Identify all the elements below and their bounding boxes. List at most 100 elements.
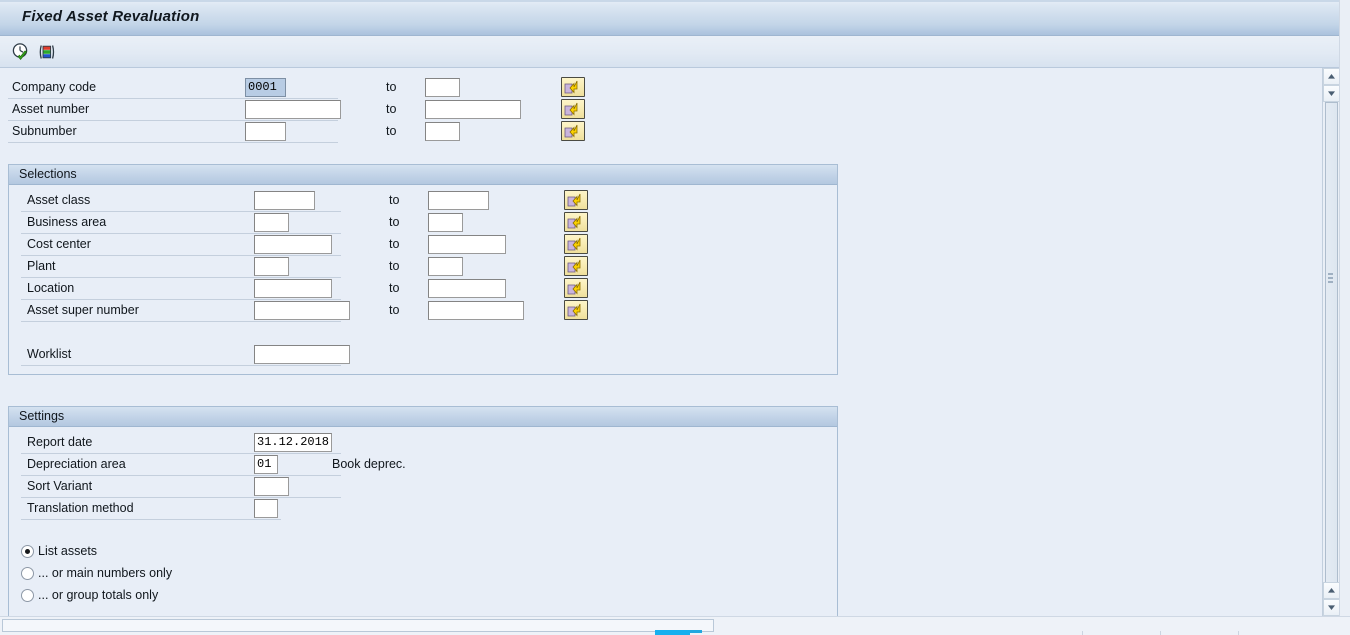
color-bars-icon xyxy=(39,45,55,59)
multi-select-button-location[interactable] xyxy=(564,278,588,298)
input-asset-number-to[interactable] xyxy=(425,100,521,119)
arrow-document-icon xyxy=(564,124,578,138)
input-subnumber-from[interactable] xyxy=(245,122,286,141)
inner-vertical-scrollbar[interactable] xyxy=(1322,68,1340,616)
radio-option-main-numbers-only[interactable]: ... or main numbers only xyxy=(21,564,172,582)
to-label-asset-number: to xyxy=(386,102,397,116)
input-company-code-from[interactable]: 0001 xyxy=(245,78,286,97)
input-business-area-from[interactable] xyxy=(254,213,289,232)
multi-select-button-asset-class[interactable] xyxy=(564,190,588,210)
multi-select-button-business-area[interactable] xyxy=(564,212,588,232)
input-worklist[interactable] xyxy=(254,345,350,364)
field-row-company-code: Company code 0001 to xyxy=(8,77,998,99)
taskbar-fragment xyxy=(690,630,702,633)
input-plant-from[interactable] xyxy=(254,257,289,276)
label-worklist: Worklist xyxy=(27,347,72,361)
field-row-asset-class: Asset class to xyxy=(19,190,819,212)
row-separator xyxy=(21,519,281,520)
radio-button-group-totals-only-icon xyxy=(21,588,34,602)
label-plant: Plant xyxy=(27,259,56,273)
arrow-document-icon xyxy=(567,215,581,229)
sap-selection-screen: Fixed Asset Revaluation © www.tutorialka… xyxy=(0,0,1350,635)
multi-select-button-company-code[interactable] xyxy=(561,77,585,97)
field-row-plant: Plant to xyxy=(19,256,819,278)
settings-group-header: Settings xyxy=(9,407,837,427)
execute-button[interactable] xyxy=(10,41,32,63)
scroll-up-button-bottom[interactable] xyxy=(1323,582,1340,599)
to-label-plant: to xyxy=(389,259,400,273)
to-label-subnumber: to xyxy=(386,124,397,138)
outer-vertical-scrollbar[interactable] xyxy=(1339,0,1350,616)
label-translation-method: Translation method xyxy=(27,501,134,515)
field-row-subnumber: Subnumber to xyxy=(8,121,998,143)
label-subnumber: Subnumber xyxy=(12,124,77,138)
clock-check-icon xyxy=(12,43,28,60)
grip-line xyxy=(1328,273,1333,275)
input-asset-class-to[interactable] xyxy=(428,191,489,210)
to-label-asset-class: to xyxy=(389,193,400,207)
application-toolbar: © www.tutorialkart.com xyxy=(0,36,1350,101)
inner-scroll-track[interactable] xyxy=(1323,102,1340,589)
label-asset-number: Asset number xyxy=(12,102,90,116)
radio-option-list-assets[interactable]: List assets xyxy=(21,542,97,560)
input-plant-to[interactable] xyxy=(428,257,463,276)
taskbar-tick xyxy=(1082,631,1083,635)
settings-group-title: Settings xyxy=(19,409,65,423)
field-row-business-area: Business area to xyxy=(19,212,819,234)
input-asset-super-number-to[interactable] xyxy=(428,301,524,320)
multi-select-button-asset-super-number[interactable] xyxy=(564,300,588,320)
radio-button-list-assets-icon xyxy=(21,544,34,558)
taskbar-fragment xyxy=(655,630,690,635)
grip-line xyxy=(1328,281,1333,283)
taskbar-tick xyxy=(1238,631,1239,635)
title-bar-highlight xyxy=(0,0,1350,2)
arrow-document-icon xyxy=(567,193,581,207)
scrollbar-splitter-grip[interactable] xyxy=(1327,266,1334,290)
scroll-up-button[interactable] xyxy=(1323,68,1340,85)
horizontal-scroll-thumb[interactable] xyxy=(2,619,714,632)
input-cost-center-from[interactable] xyxy=(254,235,332,254)
selections-group-box: Selections Asset class to Business area xyxy=(8,164,838,375)
radio-option-group-totals-only[interactable]: ... or group totals only xyxy=(21,586,158,604)
input-cost-center-to[interactable] xyxy=(428,235,506,254)
scroll-down-button-bottom[interactable] xyxy=(1323,599,1340,616)
input-asset-number-from[interactable] xyxy=(245,100,341,119)
arrow-document-icon xyxy=(564,80,578,94)
to-label-location: to xyxy=(389,281,400,295)
radio-label-group-totals-only: ... or group totals only xyxy=(38,588,159,602)
input-report-date[interactable]: 31.12.2018 xyxy=(254,433,332,452)
input-translation-method[interactable] xyxy=(254,499,278,518)
input-asset-super-number-from[interactable] xyxy=(254,301,350,320)
settings-group-box: Settings Report date 31.12.2018 Deprecia… xyxy=(8,406,838,616)
chevron-up-icon xyxy=(1328,74,1335,79)
taskbar-tick xyxy=(1160,631,1161,635)
input-sort-variant[interactable] xyxy=(254,477,289,496)
field-row-asset-super-number: Asset super number to xyxy=(19,300,819,322)
row-separator xyxy=(8,142,338,143)
multi-select-button-cost-center[interactable] xyxy=(564,234,588,254)
input-location-to[interactable] xyxy=(428,279,506,298)
label-company-code: Company code xyxy=(12,80,97,94)
label-location: Location xyxy=(27,281,75,295)
label-asset-super-number: Asset super number xyxy=(27,303,139,317)
input-business-area-to[interactable] xyxy=(428,213,463,232)
to-label-cost-center: to xyxy=(389,237,400,251)
input-location-from[interactable] xyxy=(254,279,332,298)
page-title: Fixed Asset Revaluation xyxy=(22,8,200,25)
grip-line xyxy=(1328,277,1333,279)
input-company-code-to[interactable] xyxy=(425,78,460,97)
execute-print-button[interactable] xyxy=(36,41,58,63)
row-separator xyxy=(21,321,341,322)
scroll-down-button[interactable] xyxy=(1323,85,1340,102)
radio-button-main-numbers-only-icon xyxy=(21,566,34,580)
label-business-area: Business area xyxy=(27,215,107,229)
multi-select-button-asset-number[interactable] xyxy=(561,99,585,119)
input-depreciation-area[interactable]: 01 xyxy=(254,455,278,474)
selection-screen-body: Company code 0001 to Asset number to Sub… xyxy=(0,68,1322,616)
multi-select-button-subnumber[interactable] xyxy=(561,121,585,141)
multi-select-button-plant[interactable] xyxy=(564,256,588,276)
input-asset-class-from[interactable] xyxy=(254,191,315,210)
inner-scroll-thumb[interactable] xyxy=(1325,102,1338,587)
input-subnumber-to[interactable] xyxy=(425,122,460,141)
outer-scroll-track[interactable] xyxy=(1340,0,1350,616)
